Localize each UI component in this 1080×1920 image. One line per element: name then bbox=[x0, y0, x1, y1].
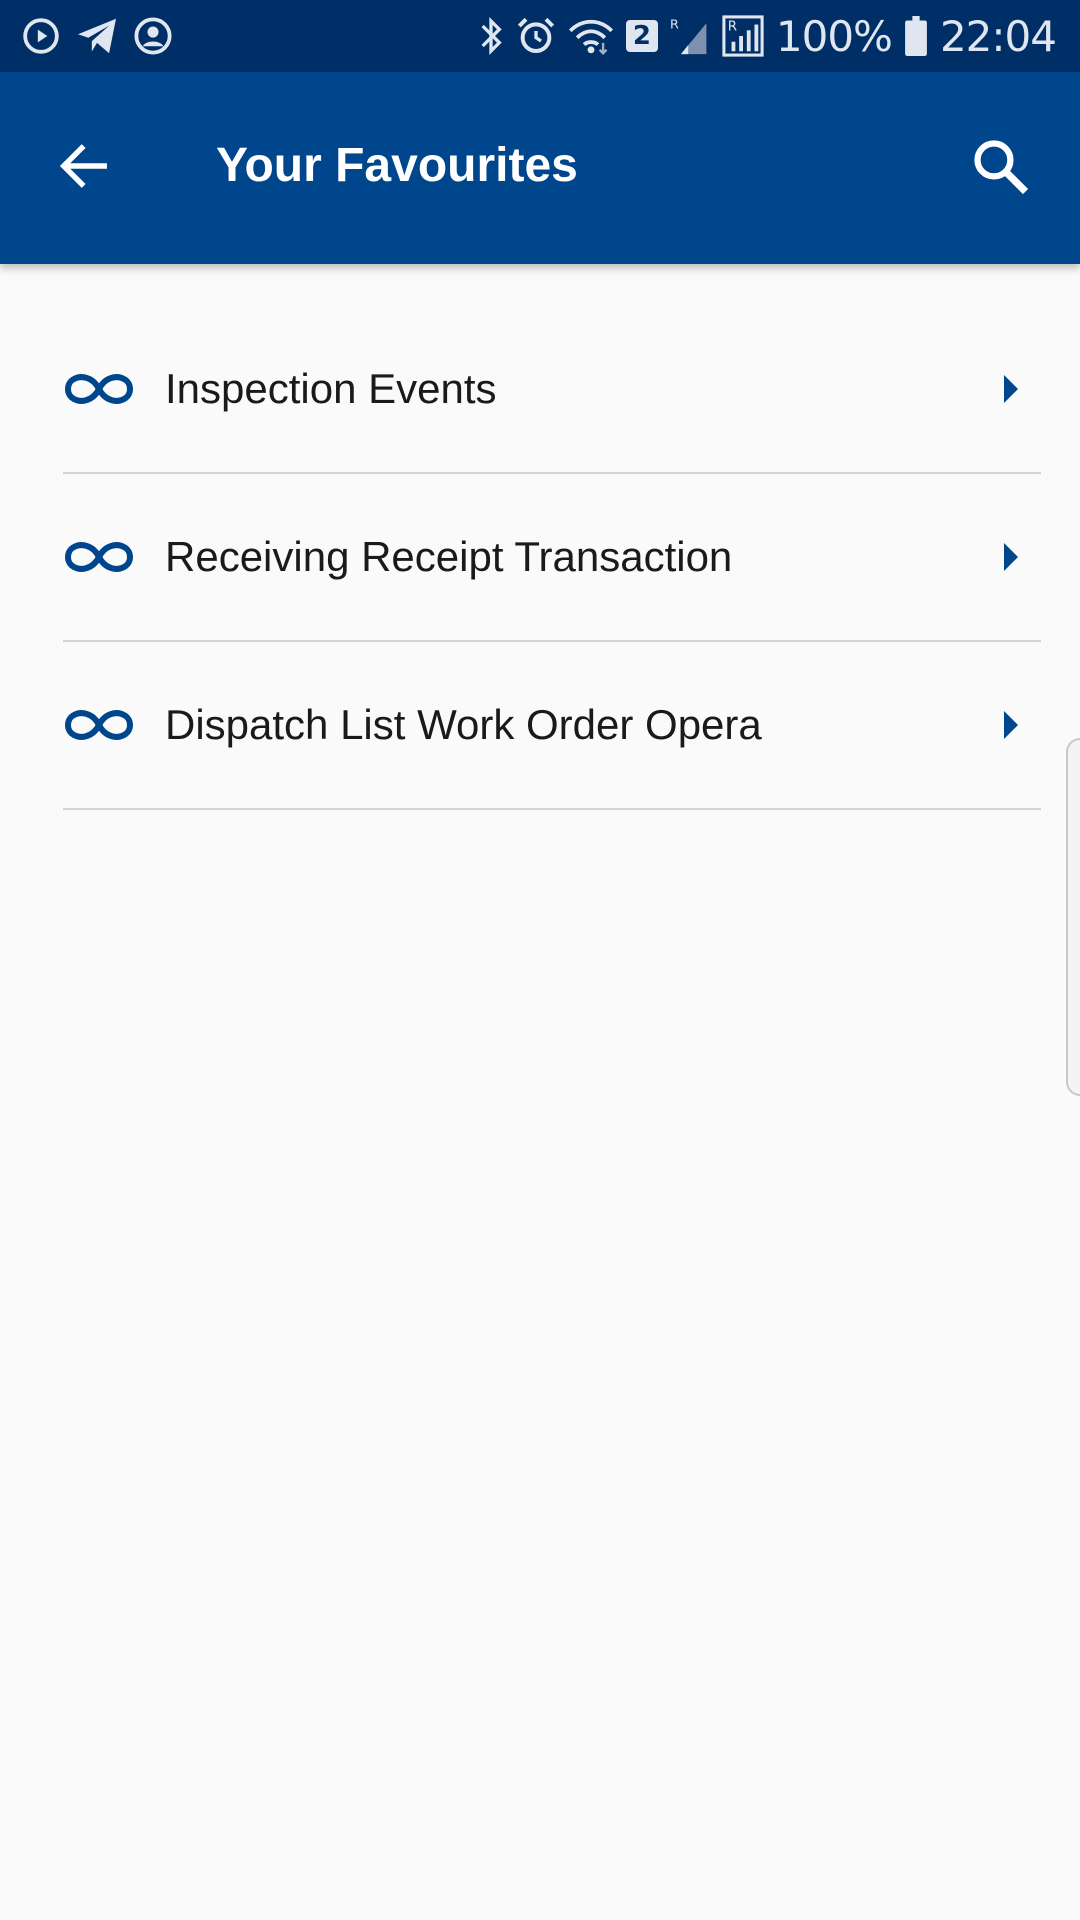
chevron-right-icon bbox=[991, 537, 1031, 577]
svg-text:R: R bbox=[728, 19, 737, 34]
wifi-icon bbox=[568, 17, 614, 55]
battery-percent: 100% bbox=[775, 11, 893, 61]
play-circle-icon bbox=[22, 17, 60, 55]
signal-roaming-icon: R bbox=[670, 16, 710, 56]
status-notifications bbox=[22, 17, 188, 55]
search-icon bbox=[971, 137, 1029, 195]
infinity-icon bbox=[63, 369, 135, 409]
sim-2-badge: 2 bbox=[625, 20, 658, 52]
telegram-icon bbox=[76, 17, 118, 55]
edge-panel-handle[interactable] bbox=[1066, 738, 1080, 1096]
favourites-list: Inspection Events Receiving Receipt Tran… bbox=[63, 306, 1041, 810]
infinity-icon bbox=[63, 705, 135, 745]
alarm-icon bbox=[516, 16, 556, 56]
bluetooth-icon bbox=[478, 16, 504, 56]
list-item-dispatch-list-work-order[interactable]: Dispatch List Work Order Opera bbox=[63, 642, 1041, 810]
arrow-back-icon bbox=[57, 139, 111, 193]
battery-icon bbox=[904, 16, 928, 56]
infinity-icon bbox=[63, 537, 135, 577]
list-item-label: Inspection Events bbox=[165, 365, 497, 412]
status-bar: 2 R R 100% 22:04 bbox=[0, 0, 1080, 72]
sim-2-label: 2 bbox=[625, 20, 658, 52]
list-item-label: Dispatch List Work Order Opera bbox=[165, 701, 762, 748]
list-item-receiving-receipt-transaction[interactable]: Receiving Receipt Transaction bbox=[63, 474, 1041, 642]
status-indicators: 2 R R 100% 22:04 bbox=[466, 11, 1057, 61]
list-item-label: Receiving Receipt Transaction bbox=[165, 533, 733, 580]
chevron-right-icon bbox=[991, 369, 1031, 409]
list-item-inspection-events[interactable]: Inspection Events bbox=[63, 306, 1041, 474]
clock: 22:04 bbox=[939, 11, 1057, 61]
back-button[interactable] bbox=[48, 130, 120, 202]
search-button[interactable] bbox=[964, 130, 1036, 202]
signal-icon: R bbox=[722, 15, 764, 57]
account-circle-icon bbox=[134, 17, 172, 55]
svg-text:R: R bbox=[670, 17, 679, 32]
page-title: Your Favourites bbox=[216, 139, 578, 192]
chevron-right-icon bbox=[991, 705, 1031, 745]
app-bar: Your Favourites bbox=[0, 72, 1080, 264]
